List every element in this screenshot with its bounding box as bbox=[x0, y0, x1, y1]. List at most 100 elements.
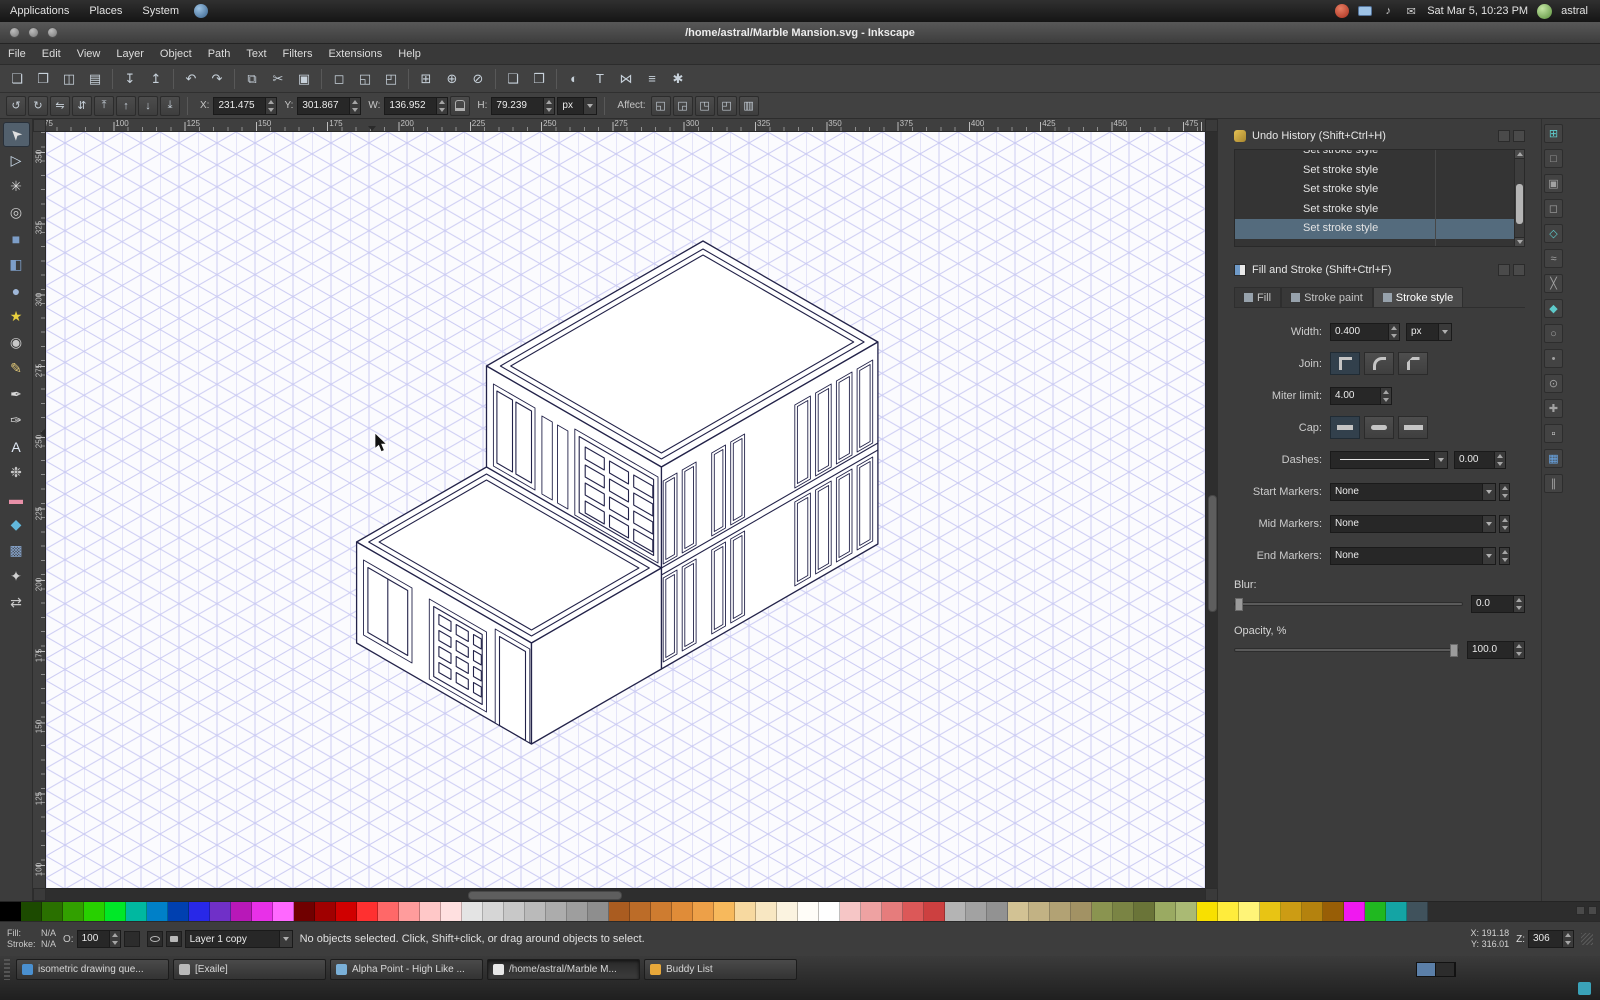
palette-swatch[interactable] bbox=[105, 902, 126, 921]
horizontal-scrollbar[interactable] bbox=[46, 888, 1205, 901]
tweak-tool[interactable]: ✳ bbox=[3, 174, 30, 199]
selector-tool[interactable]: ➤ bbox=[2, 122, 30, 147]
palette-swatch[interactable] bbox=[189, 902, 210, 921]
export-button[interactable]: ↥ bbox=[144, 67, 168, 91]
cap-butt-button[interactable] bbox=[1330, 416, 1360, 439]
palette-swatch[interactable] bbox=[294, 902, 315, 921]
group-button[interactable]: ❑ bbox=[501, 67, 525, 91]
undo-history-item[interactable]: Set stroke style bbox=[1235, 150, 1524, 161]
start-marker-stepper[interactable] bbox=[1499, 482, 1510, 501]
3dbox-tool[interactable]: ◧ bbox=[3, 252, 30, 277]
palette-swatch[interactable] bbox=[147, 902, 168, 921]
spiral-tool[interactable]: ◉ bbox=[3, 330, 30, 355]
new-document-button[interactable]: ❏ bbox=[5, 67, 29, 91]
palette-swatch[interactable] bbox=[1050, 902, 1071, 921]
palette-swatch[interactable] bbox=[1113, 902, 1134, 921]
affect-move-as-group-button[interactable]: ◱ bbox=[650, 95, 671, 116]
rectangle-tool[interactable]: ■ bbox=[3, 226, 30, 251]
join-miter-button[interactable] bbox=[1330, 352, 1360, 375]
snap-midpoints-button[interactable]: • bbox=[1544, 349, 1563, 368]
tab-stroke-paint[interactable]: Stroke paint bbox=[1281, 287, 1373, 307]
pen-tool[interactable]: ✒ bbox=[3, 382, 30, 407]
menu-view[interactable]: View bbox=[69, 44, 109, 65]
xml-editor-button[interactable]: ⋈ bbox=[614, 67, 638, 91]
affect-gradients-button[interactable]: ◰ bbox=[716, 95, 737, 116]
snap-intersections-button[interactable]: ╳ bbox=[1544, 274, 1563, 293]
spray-tool[interactable]: ❉ bbox=[3, 460, 30, 485]
snap-nodes-button[interactable]: ◇ bbox=[1544, 224, 1563, 243]
palette-swatch[interactable] bbox=[609, 902, 630, 921]
palette-swatch[interactable] bbox=[462, 902, 483, 921]
preferences-button[interactable]: ✱ bbox=[666, 67, 690, 91]
palette-swatch[interactable] bbox=[42, 902, 63, 921]
palette-swatch[interactable] bbox=[0, 902, 21, 921]
lower-button[interactable]: ↓ bbox=[138, 95, 158, 116]
palette-swatch[interactable] bbox=[1344, 902, 1365, 921]
redo-button[interactable]: ↷ bbox=[205, 67, 229, 91]
object-opacity-spinbox[interactable]: 100 bbox=[76, 930, 121, 948]
palette-swatch[interactable] bbox=[504, 902, 525, 921]
layer-visibility-button[interactable] bbox=[146, 931, 163, 947]
panel-drag-handle[interactable] bbox=[4, 959, 10, 980]
palette-swatch[interactable] bbox=[882, 902, 903, 921]
palette-swatch[interactable] bbox=[798, 902, 819, 921]
snap-bounding-box-button[interactable]: □ bbox=[1544, 149, 1563, 168]
stroke-width-spinbox[interactable]: 0.400 bbox=[1330, 322, 1400, 341]
flip-vertical-button[interactable]: ⇵ bbox=[72, 95, 92, 116]
stroke-width-unit-dropdown[interactable]: px bbox=[1406, 322, 1452, 341]
snap-paths-button[interactable]: ≈ bbox=[1544, 249, 1563, 268]
palette-swatch[interactable] bbox=[168, 902, 189, 921]
undo-history-item[interactable]: Set stroke style bbox=[1235, 161, 1524, 181]
zoom-drawing-button[interactable]: ◱ bbox=[353, 67, 377, 91]
palette-swatch[interactable] bbox=[1239, 902, 1260, 921]
mid-markers-dropdown[interactable]: None bbox=[1330, 514, 1496, 533]
miter-limit-spinbox[interactable]: 4.00 bbox=[1330, 386, 1392, 405]
end-marker-stepper[interactable] bbox=[1499, 546, 1510, 565]
undo-panel-minimize-button[interactable] bbox=[1498, 130, 1510, 142]
opacity-spinbox[interactable]: 100.0 bbox=[1467, 641, 1525, 659]
canvas-svg[interactable] bbox=[46, 132, 1205, 888]
palette-swatch[interactable] bbox=[126, 902, 147, 921]
window-maximize-button[interactable] bbox=[47, 27, 58, 38]
snap-smooth-nodes-button[interactable]: ○ bbox=[1544, 324, 1563, 343]
snap-page-border-button[interactable]: ▫ bbox=[1544, 424, 1563, 443]
create-clone-button[interactable]: ⊕ bbox=[440, 67, 464, 91]
snap-cusp-nodes-button[interactable]: ◆ bbox=[1544, 299, 1563, 318]
palette-swatch[interactable] bbox=[756, 902, 777, 921]
palette-swatch[interactable] bbox=[1386, 902, 1407, 921]
join-bevel-button[interactable] bbox=[1398, 352, 1428, 375]
palette-swatch[interactable] bbox=[1323, 902, 1344, 921]
snap-grid-button[interactable]: ▦ bbox=[1544, 449, 1563, 468]
copy-button[interactable]: ⧉ bbox=[240, 67, 264, 91]
palette-swatch[interactable] bbox=[1197, 902, 1218, 921]
distributor-logo-icon[interactable] bbox=[194, 4, 209, 18]
layer-lock-button[interactable] bbox=[165, 931, 182, 947]
palette-swatch[interactable] bbox=[1302, 902, 1323, 921]
units-dropdown[interactable]: px bbox=[557, 96, 598, 115]
palette-swatch[interactable] bbox=[231, 902, 252, 921]
mail-icon[interactable]: ✉ bbox=[1404, 4, 1418, 18]
palette-swatch[interactable] bbox=[1155, 902, 1176, 921]
dropper-tool[interactable]: ✦ bbox=[3, 564, 30, 589]
power-icon[interactable] bbox=[1335, 4, 1350, 18]
vertical-scrollbar[interactable] bbox=[1205, 132, 1218, 888]
pencil-tool[interactable]: ✎ bbox=[3, 356, 30, 381]
taskbar-window-button[interactable]: [Exaile] bbox=[173, 959, 326, 980]
palette-swatch[interactable] bbox=[483, 902, 504, 921]
palette-swatch[interactable] bbox=[315, 902, 336, 921]
palette-swatch[interactable] bbox=[735, 902, 756, 921]
palette-swatch[interactable] bbox=[693, 902, 714, 921]
palette-swatch[interactable] bbox=[1008, 902, 1029, 921]
palette-swatch[interactable] bbox=[966, 902, 987, 921]
gradient-tool[interactable]: ▩ bbox=[3, 538, 30, 563]
zoom-spinbox[interactable]: 306 bbox=[1528, 930, 1574, 948]
menu-text[interactable]: Text bbox=[238, 44, 274, 65]
palette-swatch[interactable] bbox=[210, 902, 231, 921]
palette-swatch[interactable] bbox=[651, 902, 672, 921]
undo-scroll-down-button[interactable] bbox=[1515, 237, 1524, 246]
fill-stroke-dialog-button[interactable]: ◐ bbox=[562, 67, 586, 91]
window-titlebar[interactable]: /home/astral/Marble Mansion.svg - Inksca… bbox=[0, 22, 1600, 44]
raise-to-top-button[interactable]: ⤒ bbox=[94, 95, 114, 116]
cut-button[interactable]: ✂ bbox=[266, 67, 290, 91]
affect-stroke-width-button[interactable]: ◲ bbox=[672, 95, 693, 116]
